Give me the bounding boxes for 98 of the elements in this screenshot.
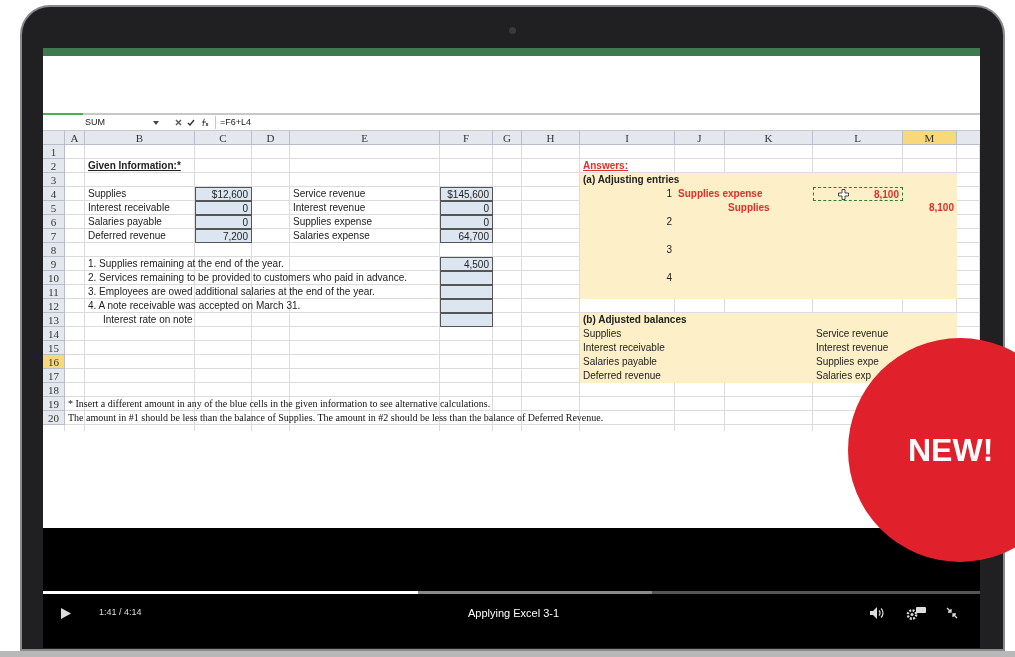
column-header[interactable]: L	[813, 131, 903, 145]
column-header[interactable]: B	[85, 131, 195, 145]
check-icon[interactable]	[187, 119, 195, 126]
formula-input[interactable]: =F6+L4	[215, 115, 252, 130]
column-header[interactable]: E	[290, 131, 440, 145]
column-header[interactable]: H	[522, 131, 580, 145]
dropdown-icon[interactable]	[153, 120, 159, 125]
column-header[interactable]: D	[252, 131, 290, 145]
play-icon[interactable]	[61, 607, 71, 619]
cell-text: Supplies expense	[292, 215, 373, 229]
row-header[interactable]: 7	[43, 229, 65, 243]
cell-text: 1	[665, 187, 673, 201]
row-header[interactable]: 4	[43, 187, 65, 201]
row-header[interactable]: 14	[43, 327, 65, 341]
volume-icon[interactable]	[870, 607, 886, 619]
cell-text: (a) Adjusting entries	[582, 173, 681, 187]
input-cell[interactable]: 0	[195, 215, 252, 229]
cell-text: 4. A note receivable was accepted on March 31.	[87, 299, 302, 313]
cell-text: Supplies	[87, 187, 128, 201]
column-header[interactable]: A	[65, 131, 85, 145]
progress-track[interactable]	[43, 591, 980, 594]
camera-icon	[509, 27, 516, 34]
input-cell[interactable]: 4,500	[440, 257, 493, 271]
cell-text: Interest receivable	[87, 201, 171, 215]
row-header[interactable]: 20	[43, 411, 65, 425]
cancel-icon[interactable]	[175, 119, 182, 126]
cell-text: Salaries payable	[87, 215, 163, 229]
row-header[interactable]: 5	[43, 201, 65, 215]
column-header[interactable]: K	[725, 131, 813, 145]
cell-text: Answers:	[582, 159, 629, 173]
row-header[interactable]: 9	[43, 257, 65, 271]
row-header[interactable]: 2	[43, 159, 65, 173]
cell-text: Salaries exp	[815, 369, 873, 383]
video-title: Applying Excel 3-1	[468, 605, 560, 621]
cell-text: Interest receivable	[582, 341, 666, 355]
cell-text: Salaries payable	[582, 355, 658, 369]
cell-text: Salaries expense	[292, 229, 371, 243]
cell-text: The amount in #1 should be less than the balance of Supplies. The amount in #2 should be less than the balance of Deferred Revenue.	[67, 411, 605, 425]
cell-text: Service revenue	[292, 187, 367, 201]
column-header[interactable]: J	[675, 131, 725, 145]
cell-text: Service revenue	[815, 327, 890, 341]
column-header[interactable]: C	[195, 131, 252, 145]
cell-text: 2. Services remaining to be provided to customers who paid in advance.	[87, 271, 409, 285]
selected-cell[interactable]: 8,100	[813, 187, 903, 201]
function-icon[interactable]	[200, 118, 209, 127]
input-cell[interactable]: 0	[195, 201, 252, 215]
row-header[interactable]: 3	[43, 173, 65, 187]
cell-text: 3	[665, 243, 673, 257]
cell-text: Interest rate on note	[102, 313, 194, 327]
cell-text: Deferred revenue	[582, 369, 662, 383]
cell-text: Interest revenue	[292, 201, 367, 215]
cell-text: Deferred revenue	[87, 229, 167, 243]
cell-text: Interest revenue	[815, 341, 890, 355]
input-cell[interactable]	[440, 285, 493, 299]
input-cell[interactable]	[440, 271, 493, 285]
cell-text: 8,100	[927, 201, 955, 215]
row-header[interactable]: 13	[43, 313, 65, 327]
input-cell[interactable]: 64,700	[440, 229, 493, 243]
column-header[interactable]: G	[493, 131, 522, 145]
cell-text: 3. Employees are owed additional salaries at the end of the year.	[87, 285, 376, 299]
name-box[interactable]: SUM	[43, 115, 125, 130]
input-cell[interactable]: $12,600	[195, 187, 252, 201]
ribbon-tab-underline	[43, 113, 83, 115]
row-header[interactable]: 17	[43, 369, 65, 383]
column-header[interactable]: I	[580, 131, 675, 145]
column-header[interactable]: F	[440, 131, 493, 145]
row-header[interactable]: 19	[43, 397, 65, 411]
input-cell[interactable]	[440, 299, 493, 313]
input-cell[interactable]: 7,200	[195, 229, 252, 243]
cell-text: Given Information:*	[87, 159, 182, 173]
input-cell[interactable]: 0	[440, 201, 493, 215]
column-header[interactable]: M	[903, 131, 957, 145]
row-header[interactable]: 1	[43, 145, 65, 159]
cell-text: (b) Adjusted balances	[582, 313, 688, 327]
cell-text: Supplies	[727, 201, 771, 215]
cell-text: Supplies expe	[815, 355, 880, 369]
cell-text: Supplies	[582, 327, 623, 341]
badge-label: NEW!	[908, 431, 994, 470]
input-cell[interactable]	[440, 313, 493, 327]
row-header[interactable]: 8	[43, 243, 65, 257]
cell-text: 1. Supplies remaining at the end of the year.	[87, 257, 285, 271]
row-header[interactable]: 6	[43, 215, 65, 229]
cell-text: 2	[665, 215, 673, 229]
cell-text: Supplies expense	[677, 187, 764, 201]
row-header[interactable]: 10	[43, 271, 65, 285]
input-cell[interactable]: 0	[440, 215, 493, 229]
video-time: 1:41 / 4:14	[99, 606, 142, 620]
cell-text: * Insert a different amount in any of the blue cells in the given information to see alternative calculations.	[67, 397, 492, 411]
row-header[interactable]: 18	[43, 383, 65, 397]
collapse-icon[interactable]	[946, 607, 958, 619]
input-cell[interactable]: $145,600	[440, 187, 493, 201]
row-header[interactable]: 11	[43, 285, 65, 299]
row-header[interactable]: 12	[43, 299, 65, 313]
settings-icon[interactable]	[906, 606, 926, 620]
cross-cursor-icon	[838, 189, 849, 200]
row-header[interactable]: 16	[43, 355, 65, 369]
row-header[interactable]: 15	[43, 341, 65, 355]
cell-text: 4	[665, 271, 673, 285]
